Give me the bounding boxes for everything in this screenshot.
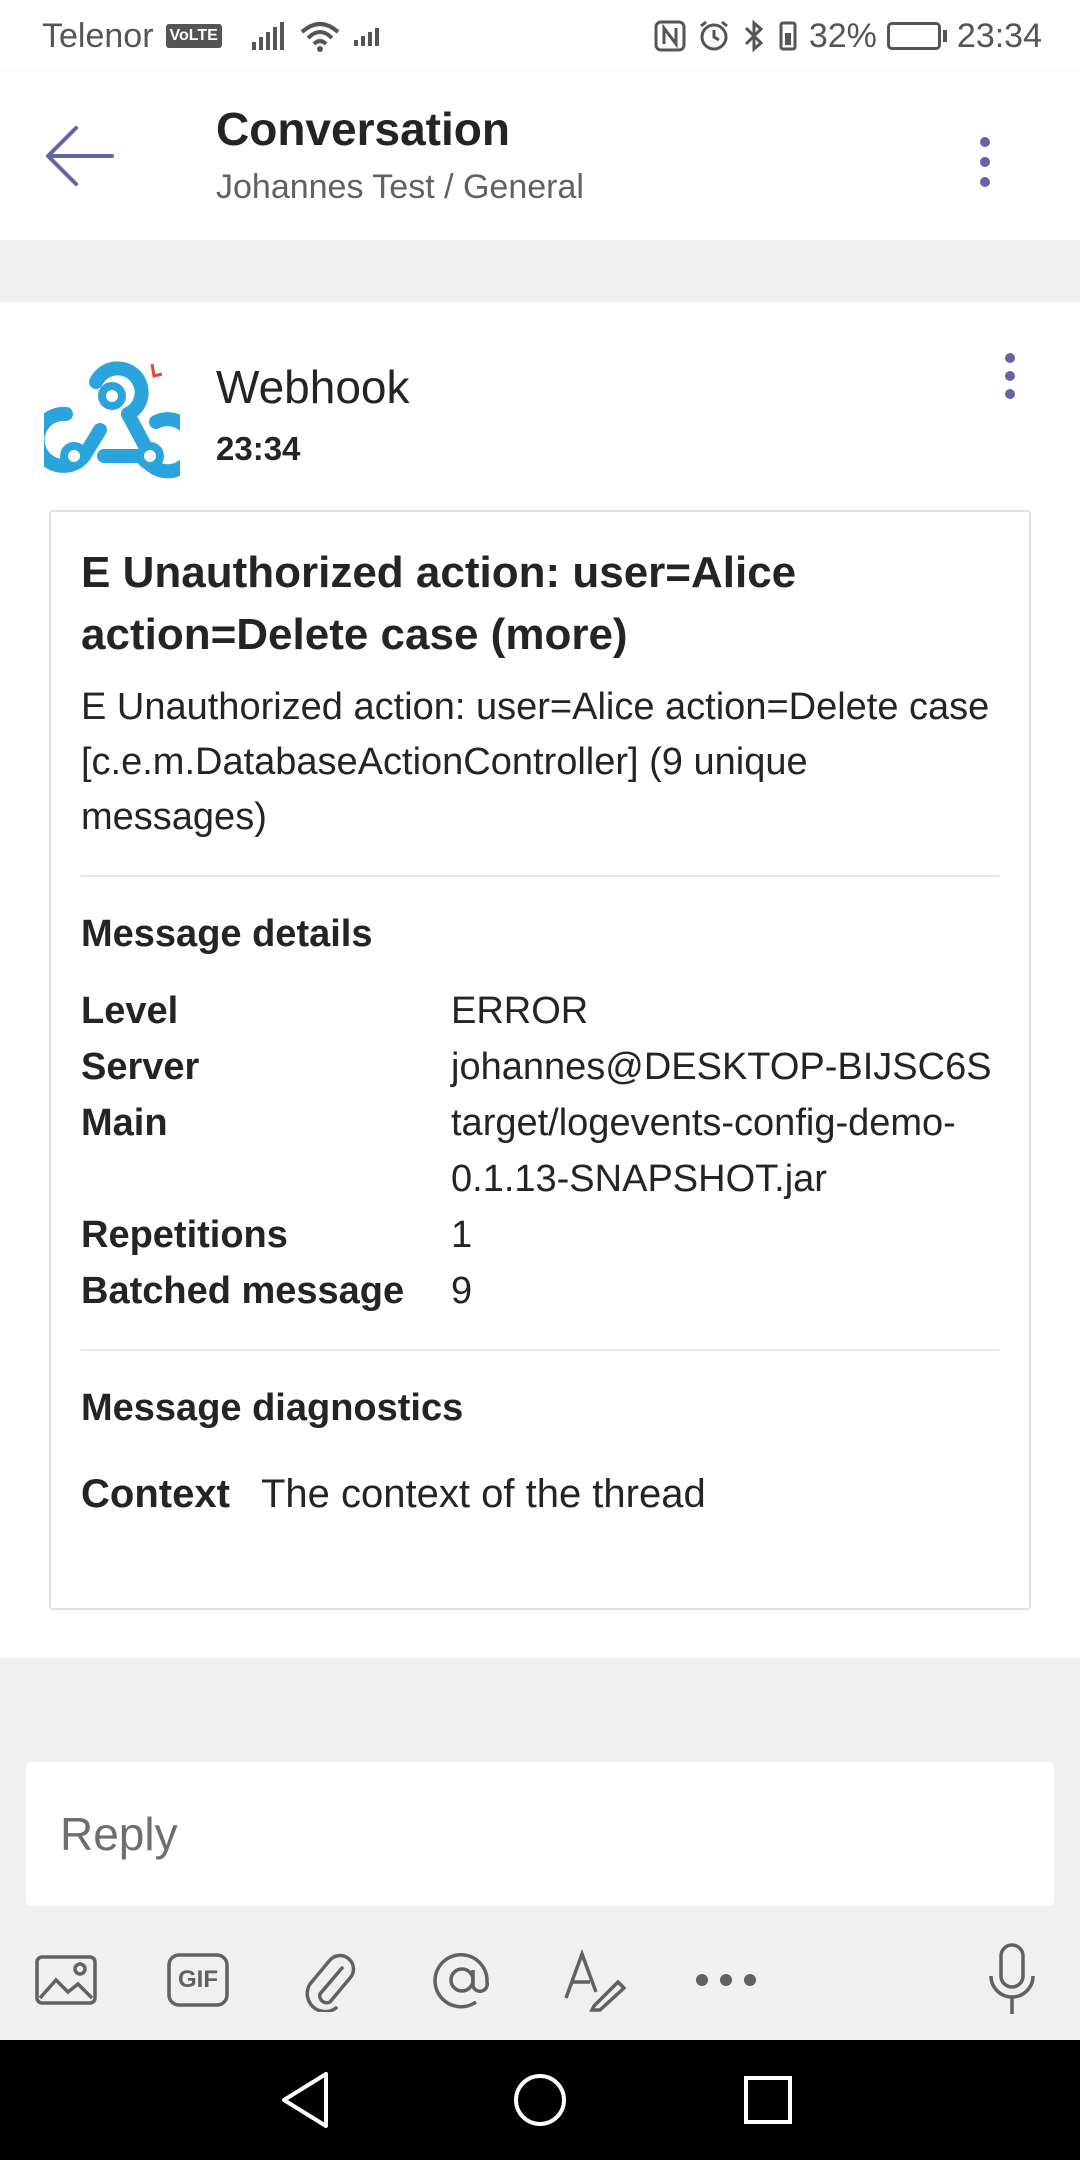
fact-value: johannes@DESKTOP­-BIJSC6S: [451, 1046, 992, 1088]
signal-icon: [251, 22, 284, 50]
fact-row: Repetitions 1: [81, 1207, 999, 1263]
signal-secondary-icon: [353, 26, 379, 46]
fact-list: Level ERROR Server johannes@DESKTOP­-BIJ…: [81, 983, 999, 1319]
format-text-icon: [564, 1948, 626, 2012]
format-button[interactable]: [554, 1940, 634, 2020]
fact-key: Level: [81, 990, 179, 1032]
system-nav-bar: [0, 2040, 1080, 2160]
attach-button[interactable]: [290, 1940, 370, 2020]
more-options-icon[interactable]: [960, 132, 1010, 192]
page-subtitle: Johannes Test / General: [216, 168, 584, 206]
nfc-icon: [654, 20, 686, 52]
bluetooth-icon: [744, 19, 764, 53]
fact-row: Level ERROR: [81, 983, 999, 1039]
header-title-block: Conversation Johannes Test / General: [216, 102, 584, 207]
reply-input[interactable]: Reply: [26, 1762, 1054, 1906]
microphone-icon: [989, 1943, 1035, 2014]
spacer: [0, 240, 1080, 302]
divider: [81, 875, 999, 877]
message-options-icon[interactable]: [990, 348, 1030, 408]
alarm-icon: [699, 20, 728, 51]
context-value: The context of the thread: [261, 1472, 706, 1516]
sender-name: Webhook: [216, 361, 410, 413]
message-card: E Unauthorized action: user=Alice action…: [49, 510, 1031, 1610]
paperclip-icon: [305, 1953, 356, 2012]
battery-icon: [886, 22, 947, 50]
fact-row: Batched message 9: [81, 1263, 999, 1319]
page-title: Conversation: [216, 103, 510, 155]
carrier-name: Telenor: [42, 16, 154, 55]
more-actions-button[interactable]: [686, 1940, 766, 2020]
fact-key: Batched message: [81, 1270, 405, 1312]
divider: [81, 1349, 999, 1351]
at-mention-icon: [433, 1952, 490, 2009]
context-key: Context: [81, 1472, 230, 1516]
back-arrow-icon[interactable]: [42, 120, 118, 192]
clock: 23:34: [956, 16, 1042, 55]
status-bar: Telenor VoLTE 32% 23:34: [0, 0, 1080, 72]
compose-toolbar: GIF: [0, 1940, 1080, 2040]
image-icon: [35, 1955, 97, 2005]
diagnostics-section-title: Message diagnostics: [81, 1387, 464, 1429]
compose-area: Reply GIF: [0, 1658, 1080, 2040]
mention-button[interactable]: [422, 1940, 502, 2020]
fact-key: Main: [81, 1102, 168, 1144]
fact-value: 9: [451, 1270, 473, 1312]
nav-back-icon[interactable]: [270, 2064, 342, 2136]
fact-value: ERROR: [451, 990, 589, 1032]
message-time: 23:34: [216, 430, 301, 467]
battery-percent: 32%: [808, 16, 877, 55]
fact-value: 1: [451, 1214, 473, 1256]
app-bar: Conversation Johannes Test / General: [0, 72, 1080, 240]
fact-key: Server: [81, 1046, 200, 1088]
nav-recents-icon[interactable]: [732, 2064, 804, 2136]
fact-row: Main target/logevents-config-demo-0.1.13…: [81, 1095, 999, 1207]
card-text: E Unauthorized action: user=Alice action…: [81, 686, 990, 838]
gif-label: GIF: [178, 1966, 218, 1993]
fact-row: Server johannes@DESKTOP­-BIJSC6S: [81, 1039, 999, 1095]
message-post: Webhook 23:34 E Unauthorized action: use…: [0, 302, 1080, 1658]
card-title: E Unauthorized action: user=Alice action…: [81, 548, 797, 659]
fact-value: target/logevents-config-demo-0.1.13-SNAP…: [451, 1102, 956, 1200]
details-section-title: Message details: [81, 913, 373, 955]
microphone-button[interactable]: [972, 1940, 1052, 2020]
nav-home-icon[interactable]: [504, 2064, 576, 2136]
wifi-icon: [300, 22, 340, 52]
fact-key: Repetitions: [81, 1214, 288, 1256]
image-button[interactable]: [26, 1940, 106, 2020]
gif-button[interactable]: GIF: [158, 1940, 238, 2020]
webhook-avatar-icon: [44, 361, 180, 479]
volte-icon: VoLTE: [165, 24, 222, 48]
ellipsis-icon: [696, 1974, 756, 1986]
vibrate-battery-icon: [779, 21, 797, 51]
context-row: Context The context of the thread: [81, 1469, 999, 1519]
